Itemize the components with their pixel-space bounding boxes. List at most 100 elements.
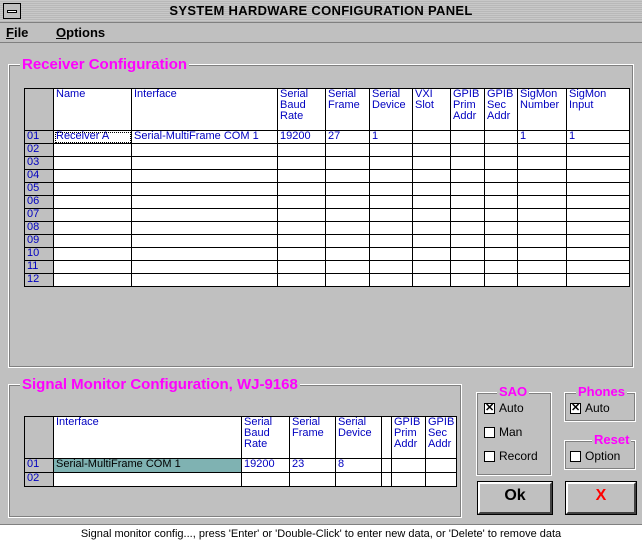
table-cell[interactable] [277,260,326,274]
column-header[interactable]: SigMon Input [566,88,630,131]
table-cell[interactable] [566,208,630,222]
table-cell[interactable] [566,221,630,235]
table-cell[interactable] [325,234,370,248]
table-cell[interactable] [131,221,278,235]
table-row[interactable]: 01 Receiver A Serial-MultiFrame COM 1 19200… [24,130,630,144]
menu-file[interactable]: File [6,25,28,40]
table-row[interactable]: 02 [24,472,457,487]
table-cell[interactable] [277,195,326,209]
table-cell[interactable] [131,169,278,183]
table-cell[interactable] [484,260,518,274]
table-cell[interactable] [277,156,326,170]
table-cell[interactable] [369,156,413,170]
table-cell[interactable] [277,234,326,248]
table-cell[interactable] [450,182,485,196]
table-row[interactable]: 04 [24,169,630,183]
table-cell[interactable] [412,247,451,261]
sao-record-checkbox[interactable]: Record [484,448,538,464]
table-cell[interactable] [277,273,326,287]
table-cell[interactable] [412,182,451,196]
row-number[interactable]: 12 [24,273,54,287]
table-cell[interactable] [131,273,278,287]
table-cell[interactable] [369,221,413,235]
row-number[interactable]: 10 [24,247,54,261]
table-cell[interactable] [131,260,278,274]
table-cell[interactable] [369,169,413,183]
table-cell[interactable] [450,247,485,261]
table-cell[interactable] [450,234,485,248]
table-cell[interactable]: 1 [517,130,567,144]
table-cell[interactable]: 19200 [241,458,290,473]
table-cell[interactable] [566,260,630,274]
table-cell[interactable] [484,182,518,196]
table-cell[interactable] [566,247,630,261]
table-cell[interactable] [131,182,278,196]
table-cell[interactable] [412,208,451,222]
row-number[interactable]: 06 [24,195,54,209]
table-cell[interactable]: 23 [289,458,336,473]
column-header[interactable]: Serial Frame [289,416,336,459]
column-header[interactable]: Serial Device [335,416,382,459]
table-cell[interactable] [566,182,630,196]
table-cell[interactable] [517,156,567,170]
table-cell[interactable] [277,169,326,183]
sao-man-checkbox[interactable]: Man [484,424,522,440]
column-header[interactable] [381,416,392,459]
table-cell[interactable] [131,143,278,157]
table-row[interactable]: 08 [24,221,630,235]
table-cell[interactable] [277,182,326,196]
table-cell[interactable] [289,472,336,487]
table-cell[interactable] [53,221,132,235]
table-cell[interactable] [450,260,485,274]
table-row[interactable]: 10 [24,247,630,261]
table-cell[interactable] [412,221,451,235]
table-cell[interactable] [325,260,370,274]
table-cell[interactable] [369,260,413,274]
reset-option-checkbox[interactable]: Option [570,448,620,464]
receiver-table[interactable]: Name Interface Serial Baud Rate Serial F… [24,88,630,287]
table-cell[interactable]: 8 [335,458,382,473]
table-cell[interactable] [53,169,132,183]
table-cell[interactable] [517,143,567,157]
table-cell[interactable] [517,221,567,235]
row-number[interactable]: 05 [24,182,54,196]
table-cell[interactable] [53,472,242,487]
checkbox-icon[interactable] [570,450,581,462]
table-cell[interactable] [53,208,132,222]
table-cell[interactable] [484,143,518,157]
row-number[interactable]: 01 [24,130,54,144]
table-row[interactable]: 07 [24,208,630,222]
table-cell[interactable] [369,143,413,157]
table-cell[interactable] [53,247,132,261]
table-cell[interactable] [391,458,426,473]
row-number[interactable]: 02 [24,143,54,157]
table-cell[interactable]: Receiver A [53,130,132,144]
table-cell[interactable] [412,143,451,157]
table-row[interactable]: 12 [24,273,630,287]
table-cell[interactable] [131,156,278,170]
table-cell[interactable] [450,130,485,144]
table-cell[interactable] [53,182,132,196]
column-header[interactable]: VXI Slot [412,88,451,131]
cancel-button[interactable]: X [565,481,637,515]
table-cell[interactable]: Serial-MultiFrame COM 1 [131,130,278,144]
table-cell[interactable] [325,208,370,222]
table-cell[interactable] [425,472,457,487]
table-cell[interactable] [517,195,567,209]
column-header[interactable]: Serial Frame [325,88,370,131]
column-header[interactable]: Interface [53,416,242,459]
table-cell[interactable] [566,143,630,157]
table-cell[interactable] [131,234,278,248]
table-row[interactable]: 01 Serial-MultiFrame COM 1 19200 23 8 [24,458,457,473]
table-cell[interactable] [484,169,518,183]
checkbox-icon[interactable] [484,450,495,462]
table-cell[interactable] [517,247,567,261]
row-number[interactable]: 07 [24,208,54,222]
table-cell[interactable] [277,208,326,222]
table-cell[interactable] [53,156,132,170]
checkbox-checked-icon[interactable] [484,401,495,415]
table-cell[interactable] [131,247,278,261]
table-cell[interactable] [566,195,630,209]
table-cell[interactable] [131,208,278,222]
table-cell[interactable] [325,143,370,157]
